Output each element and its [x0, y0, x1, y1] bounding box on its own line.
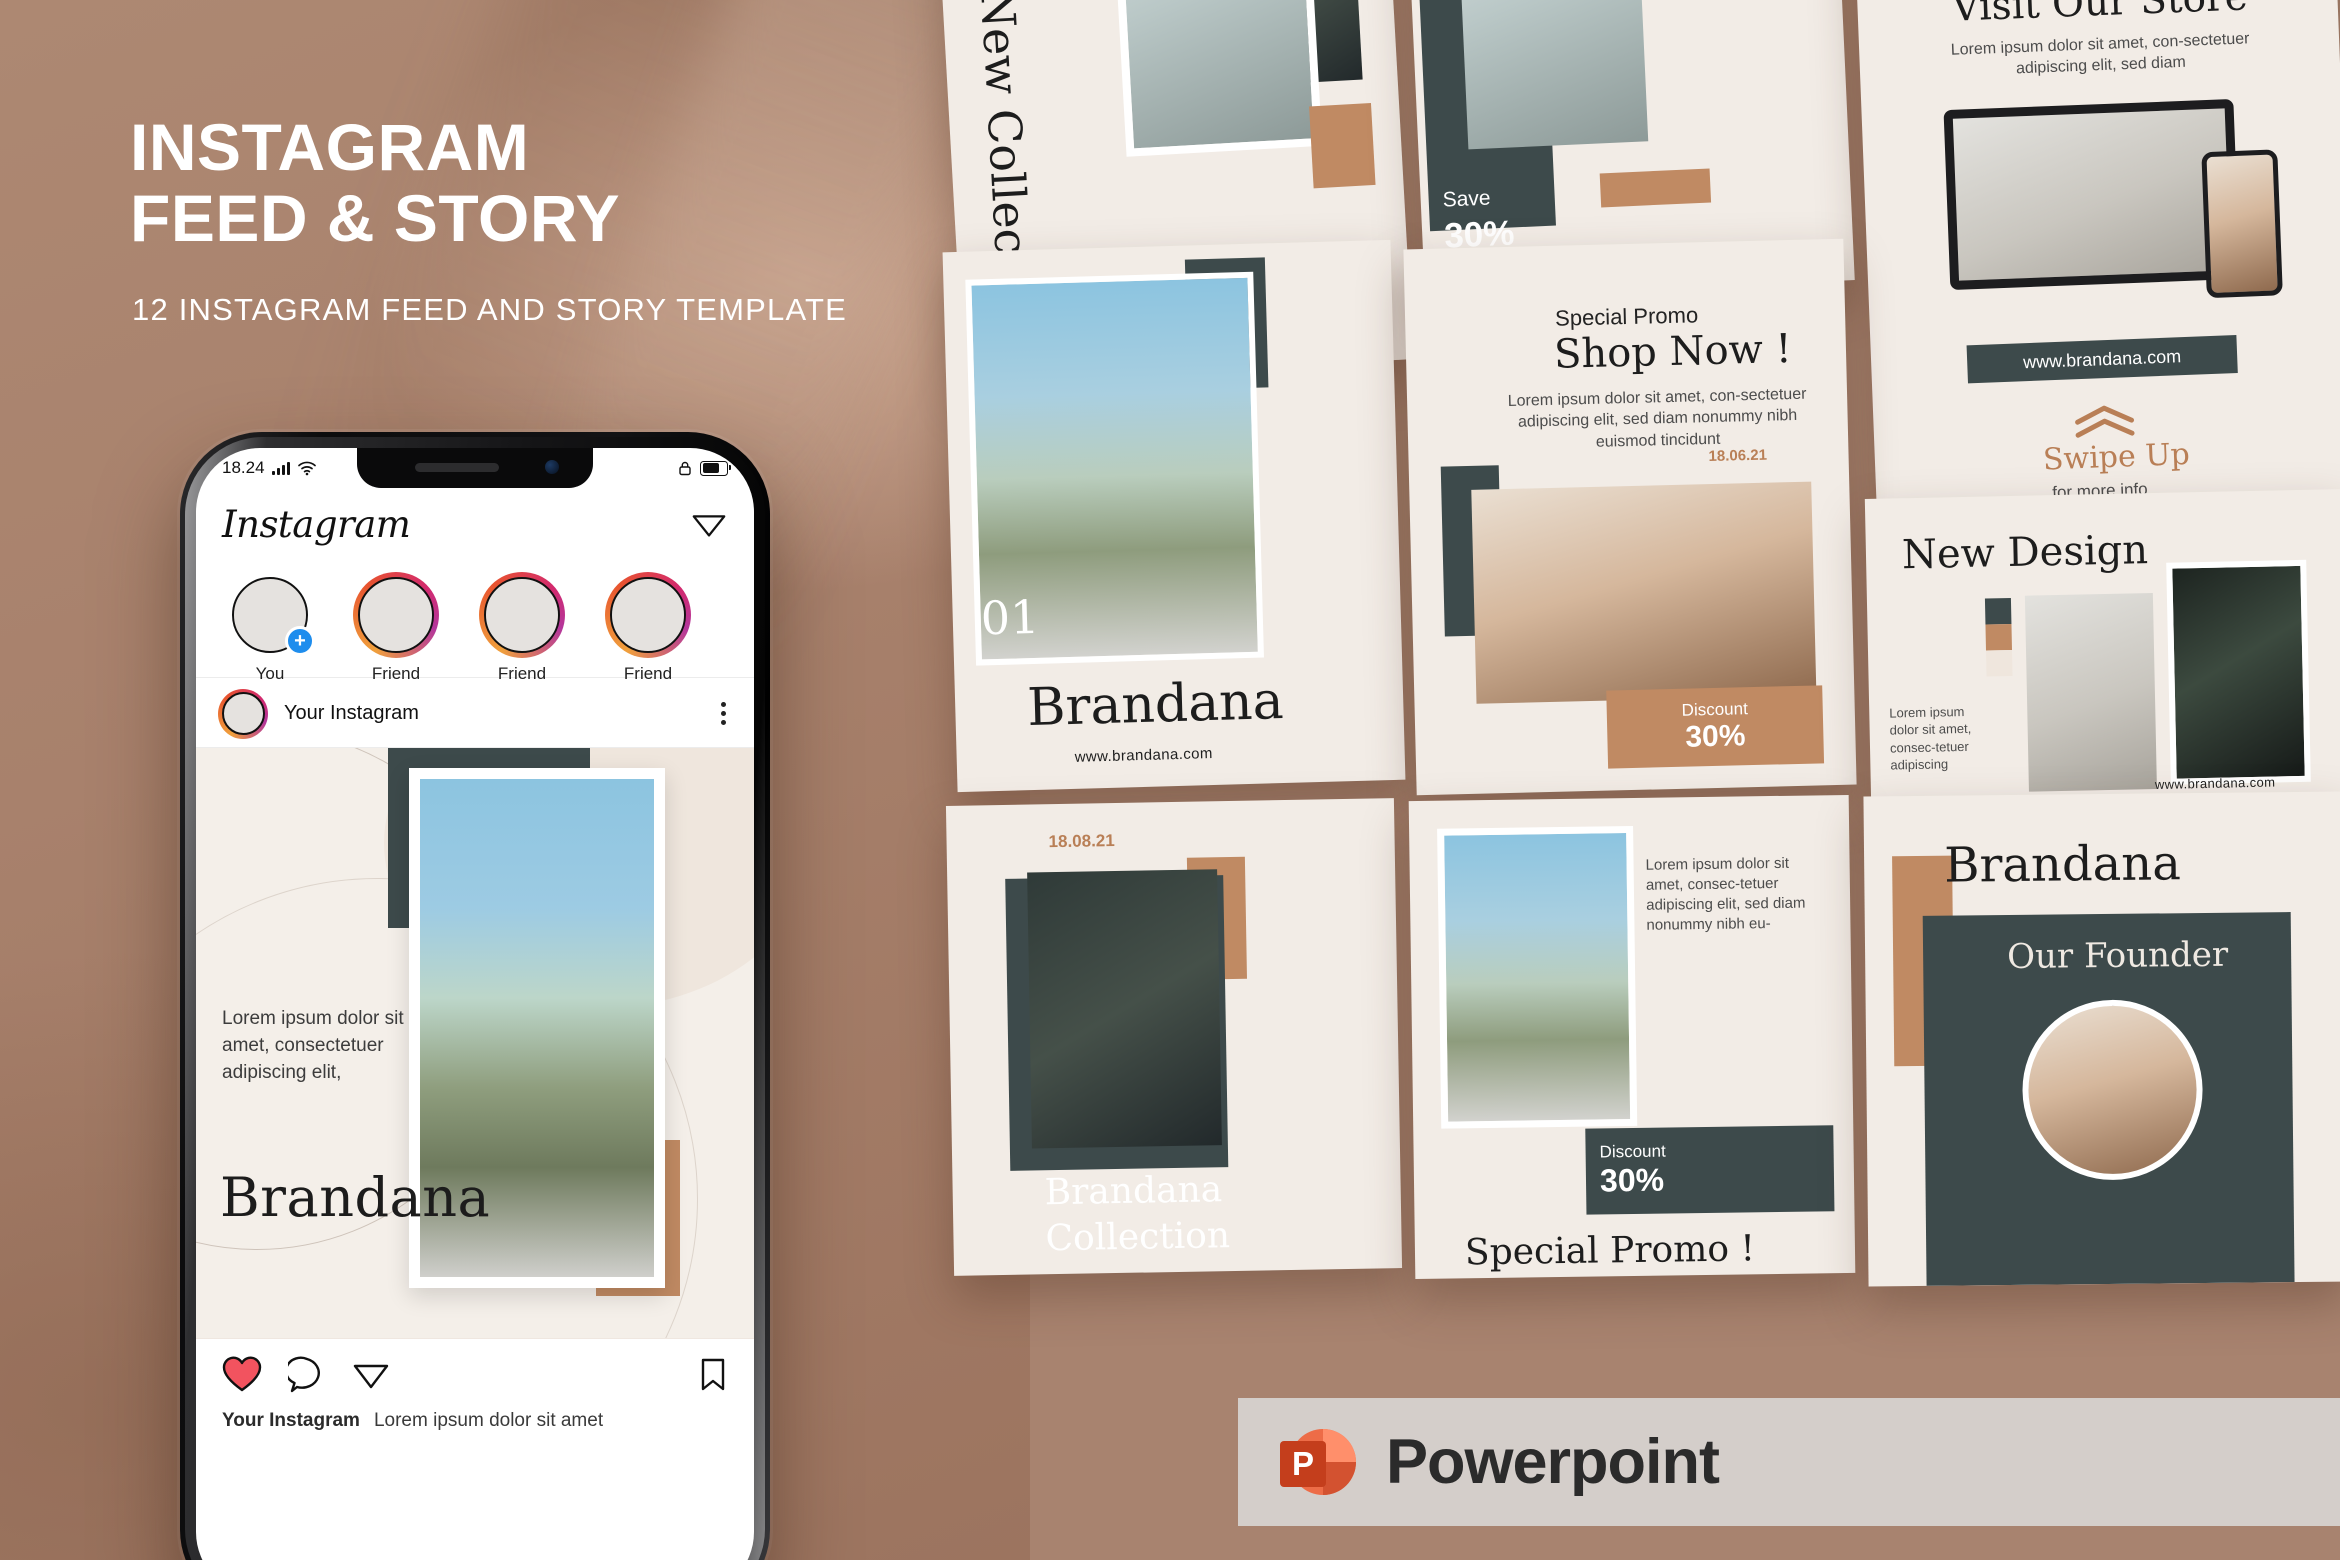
- heart-icon[interactable]: [222, 1356, 262, 1394]
- more-options-icon[interactable]: [721, 702, 732, 725]
- signal-bars-icon: [271, 461, 290, 475]
- page-subtitle: 12 INSTAGRAM FEED AND STORY TEMPLATE: [132, 292, 848, 327]
- card-url: www.brandana.com: [2154, 774, 2276, 793]
- card-url-chip: www.brandana.com: [1966, 335, 2238, 384]
- status-time: 18.24: [222, 458, 265, 477]
- post-header: Your Instagram: [196, 680, 754, 748]
- stories-tray[interactable]: + You Friend Friend Friend: [196, 566, 754, 683]
- post-username[interactable]: Your Instagram: [284, 702, 705, 725]
- story-item-friend-1[interactable]: Friend: [344, 572, 448, 684]
- swatch-dark: [1984, 598, 2012, 625]
- paper-plane-icon[interactable]: [690, 505, 728, 543]
- battery-icon: [700, 460, 732, 476]
- post-brand-title: Brandana: [220, 1166, 491, 1229]
- card-url: www.brandana.com: [1074, 745, 1214, 766]
- phone-mockup: 18.24 Instagram + You Friend Friend Frie…: [180, 432, 770, 1560]
- card-tan-block: [1599, 168, 1712, 208]
- card-phone-photo: [2201, 149, 2283, 299]
- page-title: INSTAGRAM FEED & STORY: [130, 110, 850, 256]
- card-title-line1: Brandana: [1044, 1169, 1223, 1214]
- add-story-badge[interactable]: +: [285, 626, 315, 656]
- earpiece-speaker: [415, 463, 499, 472]
- swatch-cream: [1986, 649, 2013, 677]
- card-photo: [1027, 869, 1222, 1149]
- template-card-visit-store[interactable]: Visit Our Store Lorem ipsum dolor sit am…: [1853, 0, 2340, 517]
- card-title: New Design: [1901, 527, 2149, 579]
- card-title: Visit Our Store: [1950, 0, 2249, 31]
- card-title-line2: Collection: [1045, 1215, 1231, 1260]
- avatar: [358, 577, 434, 653]
- post-caption-text: Lorem ipsum dolor sit amet, consectetuer…: [222, 1008, 404, 1083]
- powerpoint-icon-letter: P: [1292, 1445, 1314, 1482]
- avatar: [221, 692, 265, 735]
- card-founder-avatar: [2021, 998, 2204, 1181]
- phone-screen: 18.24 Instagram + You Friend Friend Frie…: [196, 448, 754, 1560]
- post-actions: [196, 1338, 754, 1410]
- bookmark-icon[interactable]: [698, 1356, 728, 1394]
- card-photo: [1471, 481, 1817, 704]
- card-swatches: [1984, 598, 2013, 677]
- instagram-logo: Instagram: [222, 502, 411, 546]
- instagram-header: Instagram: [196, 488, 754, 560]
- avatar: [484, 577, 560, 653]
- swatch-tan: [1985, 623, 2012, 651]
- template-card-discount-promo[interactable]: Lorem ipsum dolor sit amet, consec-tetue…: [1408, 794, 1856, 1280]
- caption-username[interactable]: Your Instagram: [222, 1410, 360, 1432]
- card-photo-left: [2024, 593, 2157, 792]
- card-body: Lorem ipsum dolor sit amet, con-sectetue…: [1507, 385, 1807, 451]
- wifi-icon: [297, 461, 316, 476]
- phone-notch: [357, 448, 593, 488]
- caption-text: Lorem ipsum dolor sit amet: [373, 1410, 604, 1431]
- card-body: Lorem ipsum dolor sit amet, consec-tetue…: [1645, 854, 1806, 934]
- lock-icon: [679, 461, 691, 475]
- story-item-friend-3[interactable]: Friend: [596, 572, 700, 684]
- post-caption-row: Your Instagram Lorem ipsum dolor sit ame…: [196, 1410, 754, 1432]
- front-camera: [545, 460, 559, 474]
- card-body: Lorem ipsum dolor sit amet, consec-tetue…: [1889, 704, 1972, 773]
- card-date: 18.06.21: [1708, 446, 1768, 466]
- card-save-label: Save: [1442, 186, 1492, 212]
- template-card-new-design[interactable]: New Design Lorem ipsum dolor sit amet, c…: [1864, 489, 2340, 809]
- card-title: Shop Now !: [1553, 326, 1793, 378]
- avatar: [610, 577, 686, 653]
- page-title-line1: INSTAGRAM: [130, 110, 530, 184]
- card-discount-value: 30%: [1599, 1161, 1665, 1199]
- powerpoint-label: Powerpoint: [1386, 1427, 1720, 1497]
- card-date: 18.08.21: [1048, 831, 1115, 852]
- card-footer-title: Special Promo !: [1464, 1228, 1756, 1274]
- template-card-brandana-feed[interactable]: 01 Brandana www.brandana.com: [942, 239, 1406, 793]
- template-mosaic: New Collection 01 www.brandana.com Best …: [936, 0, 2340, 1560]
- card-photo: [1455, 0, 1649, 150]
- post-image: Lorem ipsum dolor sit amet, consectetuer…: [196, 748, 754, 1338]
- card-title: Brandana: [1026, 671, 1285, 739]
- comment-icon[interactable]: [288, 1356, 326, 1394]
- card-laptop-photo: [1943, 99, 2241, 291]
- powerpoint-icon: P: [1274, 1420, 1358, 1504]
- template-card-shop-now[interactable]: Special Promo Shop Now ! Lorem ipsum dol…: [1403, 238, 1857, 796]
- template-card-our-founder[interactable]: Brandana Our Founder: [1863, 791, 2340, 1287]
- story-item-you[interactable]: + You: [218, 572, 322, 684]
- card-discount-value: 30%: [1684, 719, 1746, 754]
- screenshot-stage: INSTAGRAM FEED & STORY 12 INSTAGRAM FEED…: [0, 0, 2340, 1560]
- card-discount-chip: Discount 30%: [1585, 1125, 1835, 1215]
- chevron-up-icon[interactable]: [2071, 403, 2138, 440]
- story-item-friend-2[interactable]: Friend: [470, 572, 574, 684]
- card-url: www.brandana.com: [2022, 345, 2182, 372]
- page-title-line2: FEED & STORY: [130, 181, 621, 256]
- template-card-brandana-collection[interactable]: 18.08.21 Brandana Collection: [945, 798, 1403, 1276]
- card-number: 01: [980, 589, 1041, 646]
- card-swipe-title: Swipe Up: [2042, 436, 2191, 478]
- card-photo: [1437, 825, 1638, 1129]
- card-title: Brandana: [1943, 835, 2182, 894]
- card-tan-block: [1309, 103, 1376, 189]
- card-discount-chip: Discount 30%: [1606, 685, 1825, 769]
- card-photo: [1109, 0, 1323, 157]
- powerpoint-badge: P Powerpoint: [1238, 1398, 2340, 1526]
- card-founder-label: Our Founder: [2006, 934, 2229, 978]
- card-body: Lorem ipsum dolor sit amet, con-sectetue…: [1950, 30, 2250, 78]
- paper-plane-icon[interactable]: [352, 1356, 390, 1394]
- card-photo-right: [2166, 559, 2311, 785]
